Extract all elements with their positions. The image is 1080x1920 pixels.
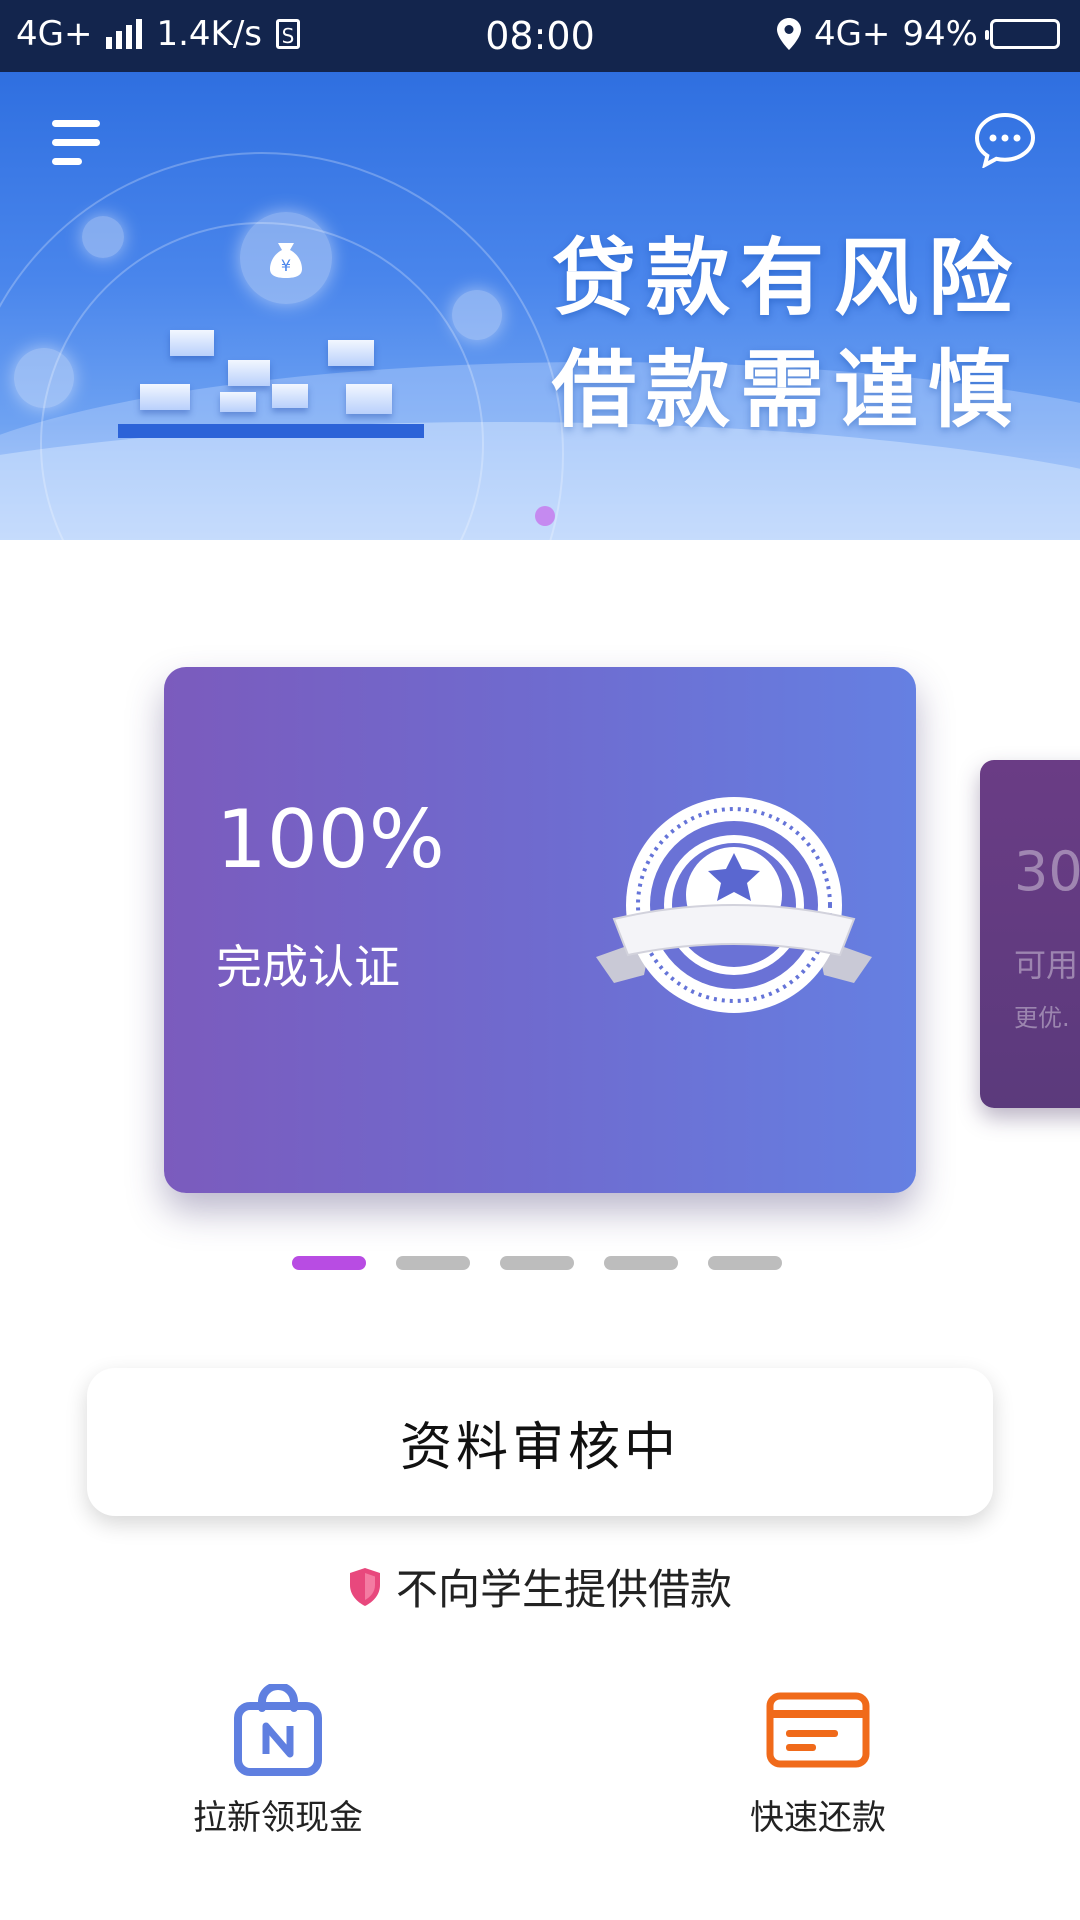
shield-icon <box>349 1567 380 1606</box>
banner-line-1: 贷款有风险 <box>551 229 1022 327</box>
location-icon <box>776 18 801 50</box>
battery-percent: 94% <box>902 14 978 54</box>
network-type-right: 4G+ <box>813 14 891 54</box>
illustration-tile <box>170 330 214 356</box>
carousel-dots <box>292 1256 782 1270</box>
coin-icon <box>82 216 124 258</box>
carousel-dot[interactable] <box>708 1256 782 1270</box>
next-card[interactable]: 30 可用 更优. <box>980 760 1080 1108</box>
status-right: 4G+ 94% <box>776 14 1060 54</box>
certified-badge-icon <box>596 797 872 1013</box>
invite-cash-button[interactable]: 拉新领现金 <box>128 1684 428 1839</box>
invite-cash-label: 拉新领现金 <box>193 1798 363 1838</box>
quick-repay-label: 快速还款 <box>750 1798 886 1838</box>
carousel-dot[interactable] <box>396 1256 470 1270</box>
status-bar: 4G+ 1.4K/s S 08:00 4G+ 94% <box>0 0 1080 72</box>
quick-repay-button[interactable]: 快速还款 <box>668 1684 968 1839</box>
card-label: 完成认证 <box>216 940 400 994</box>
carousel-dot[interactable] <box>604 1256 678 1270</box>
card-icon <box>766 1692 870 1768</box>
card-bubble-icon <box>452 290 502 340</box>
next-card-label: 可用 <box>1014 946 1079 984</box>
coins-icon <box>14 348 74 408</box>
banner-slogan: 贷款有风险 借款需谨慎 <box>552 222 1022 446</box>
illustration-tile <box>328 340 374 366</box>
illustration-tile <box>346 384 392 414</box>
student-notice: 不向学生提供借款 <box>0 1556 1080 1617</box>
next-card-value: 30 <box>1014 840 1080 903</box>
illustration-tile <box>220 392 256 412</box>
carousel-dot[interactable] <box>292 1256 366 1270</box>
banner-indicator <box>535 506 555 526</box>
illustration-tile <box>272 384 308 408</box>
message-icon[interactable] <box>974 112 1036 168</box>
certification-card[interactable]: 100% 完成认证 <box>164 667 916 1193</box>
next-card-sub: 更优. <box>1014 1004 1070 1032</box>
currency-symbol: ¥ <box>281 256 291 275</box>
shopping-bag-icon <box>234 1684 322 1776</box>
illustration-platform <box>118 424 424 438</box>
hero-banner[interactable]: ¥ 贷款有风险 借款需谨慎 <box>0 72 1080 540</box>
notice-text: 不向学生提供借款 <box>395 1565 732 1614</box>
carousel-dot[interactable] <box>500 1256 574 1270</box>
menu-icon[interactable] <box>52 120 100 166</box>
review-status-button[interactable]: 资料审核中 <box>87 1368 993 1516</box>
money-bag-icon: ¥ <box>240 212 332 304</box>
battery-icon <box>985 19 1060 49</box>
illustration-tile <box>140 384 190 410</box>
card-value: 100% <box>216 793 445 886</box>
banner-line-2: 借款需谨慎 <box>551 341 1022 439</box>
illustration-tile <box>228 360 270 386</box>
